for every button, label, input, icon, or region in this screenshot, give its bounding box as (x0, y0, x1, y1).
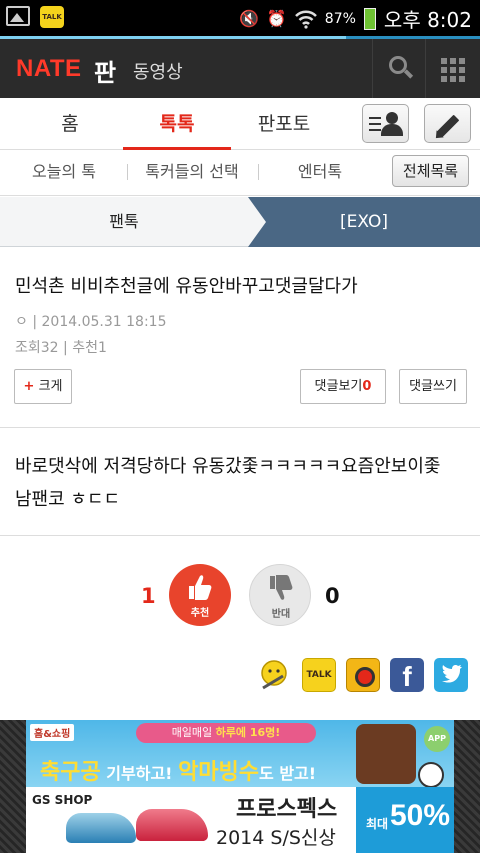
article-title: 민석촌 비비추천글에 유동안바꾸고댓글달다가 (15, 276, 358, 297)
recommend-count: 추천1 (72, 340, 107, 356)
upvote-button[interactable]: 추천 (169, 564, 231, 626)
article-author[interactable]: ㅇ (15, 314, 28, 330)
thumbs-down-icon (270, 575, 293, 600)
me2day-icon[interactable] (257, 658, 291, 692)
battery-percent: 87% (324, 10, 356, 27)
status-bar: TALK 🔇 ⏰ 87% 오후 8:02 (0, 0, 480, 36)
pan-section-title[interactable]: 판 (94, 53, 116, 88)
article-body-line: 바로댓삭에 저격당하다 유동갔좇ㅋㅋㅋㅋㅋ요즘안보이좇 (15, 456, 441, 477)
upvote-count: 1 (141, 584, 156, 608)
write-button[interactable] (424, 104, 471, 143)
shoe-image (66, 813, 136, 843)
search-button[interactable] (372, 39, 426, 98)
article-datetime: 2014.05.31 18:15 (41, 314, 167, 330)
category-breadcrumb: 팬톡 [EXO] (0, 197, 480, 247)
kakaostory-icon[interactable] (346, 658, 380, 692)
write-comment-button[interactable]: 댓글쓰기 (399, 369, 467, 404)
ad-brand: 프로스펙스 (236, 797, 338, 822)
gsshop-logo: GS SHOP (32, 793, 93, 807)
video-link[interactable]: 동영상 (133, 58, 183, 84)
gallery-notification-icon (6, 6, 30, 26)
kakaotalk-icon[interactable]: TALK (302, 658, 336, 692)
grid-menu-icon[interactable] (441, 58, 465, 82)
nate-logo[interactable]: NATE (16, 55, 82, 83)
subtab-tokers-choice[interactable]: 톡커들의 선택 (138, 150, 246, 196)
alarm-icon: ⏰ (266, 9, 287, 28)
wifi-icon (294, 10, 317, 29)
kakaotalk-notification-icon: TALK (40, 6, 64, 28)
article-stats: 조회32 | 추천1 (15, 340, 107, 356)
view-comments-button[interactable]: 댓글보기0 (300, 369, 386, 404)
subtab-today[interactable]: 오늘의 톡 (12, 150, 116, 196)
ad-logo: 홈&쇼핑 (30, 724, 75, 741)
my-profile-icon (369, 117, 381, 135)
tab-home[interactable]: 홈 (20, 98, 120, 150)
twitter-icon[interactable] (434, 658, 468, 692)
tab-toktok[interactable]: 톡톡 (123, 98, 231, 150)
category-current-label: [EXO] (340, 212, 388, 232)
ad-sale-badge: 최대 50% (356, 787, 454, 853)
comment-count: 0 (362, 379, 372, 394)
ad-season: 2014 S/S신상 (216, 827, 336, 849)
downvote-label: 반대 (271, 609, 291, 620)
clock: 오후 8:02 (383, 8, 472, 32)
advertisement[interactable]: 홈&쇼핑 매일매일 하루에 16명! 축구공 기부하고! 악마빙수도 받고! A… (0, 720, 480, 853)
all-list-button[interactable]: 전체목록 (392, 155, 469, 187)
bingsu-image (356, 724, 416, 784)
category-parent[interactable]: 팬톡 (0, 197, 248, 247)
ad-headline: 축구공 기부하고! 악마빙수도 받고! (40, 760, 317, 785)
downvote-button[interactable]: 반대 (249, 564, 311, 626)
ad-homeshopping[interactable]: 홈&쇼핑 매일매일 하루에 16명! 축구공 기부하고! 악마빙수도 받고! A… (26, 720, 454, 788)
shoe-image (136, 809, 208, 841)
view-count: 조회32 (15, 340, 59, 356)
main-tabs: 홈 톡톡 판포토 (0, 98, 480, 150)
soccer-ball-image (418, 762, 444, 788)
plus-icon: + (23, 379, 35, 394)
ad-app-badge: APP (424, 726, 450, 752)
mute-icon: 🔇 (238, 9, 259, 28)
facebook-icon[interactable]: f (390, 658, 424, 692)
ad-banner: 매일매일 하루에 16명! (136, 723, 316, 743)
my-profile-button[interactable] (362, 104, 409, 143)
tab-panphoto[interactable]: 판포토 (234, 98, 334, 150)
site-header: NATE 판 동영상 (0, 39, 480, 98)
article-body-line: 남팬코 ㅎㄷㄷ (15, 489, 121, 510)
category-current[interactable]: [EXO] (248, 197, 480, 247)
thumbs-up-icon (189, 575, 212, 600)
ad-gsshop[interactable]: GS SHOP 프로스펙스 2014 S/S신상 최대 50% (26, 787, 454, 853)
downvote-count: 0 (325, 584, 340, 608)
article-meta: ㅇ | 2014.05.31 18:15 (15, 314, 167, 330)
enlarge-text-button[interactable]: + 크게 (14, 369, 72, 404)
sub-tabs: 오늘의 톡 톡커들의 선택 엔터톡 전체목록 (0, 150, 480, 196)
battery-icon (363, 7, 376, 30)
upvote-label: 추천 (190, 608, 210, 619)
subtab-entertok[interactable]: 엔터톡 (270, 150, 370, 196)
article-body: 바로댓삭에 저격당하다 유동갔좇ㅋㅋㅋㅋㅋ요즘안보이좇 남팬코 ㅎㄷㄷ (15, 450, 470, 516)
